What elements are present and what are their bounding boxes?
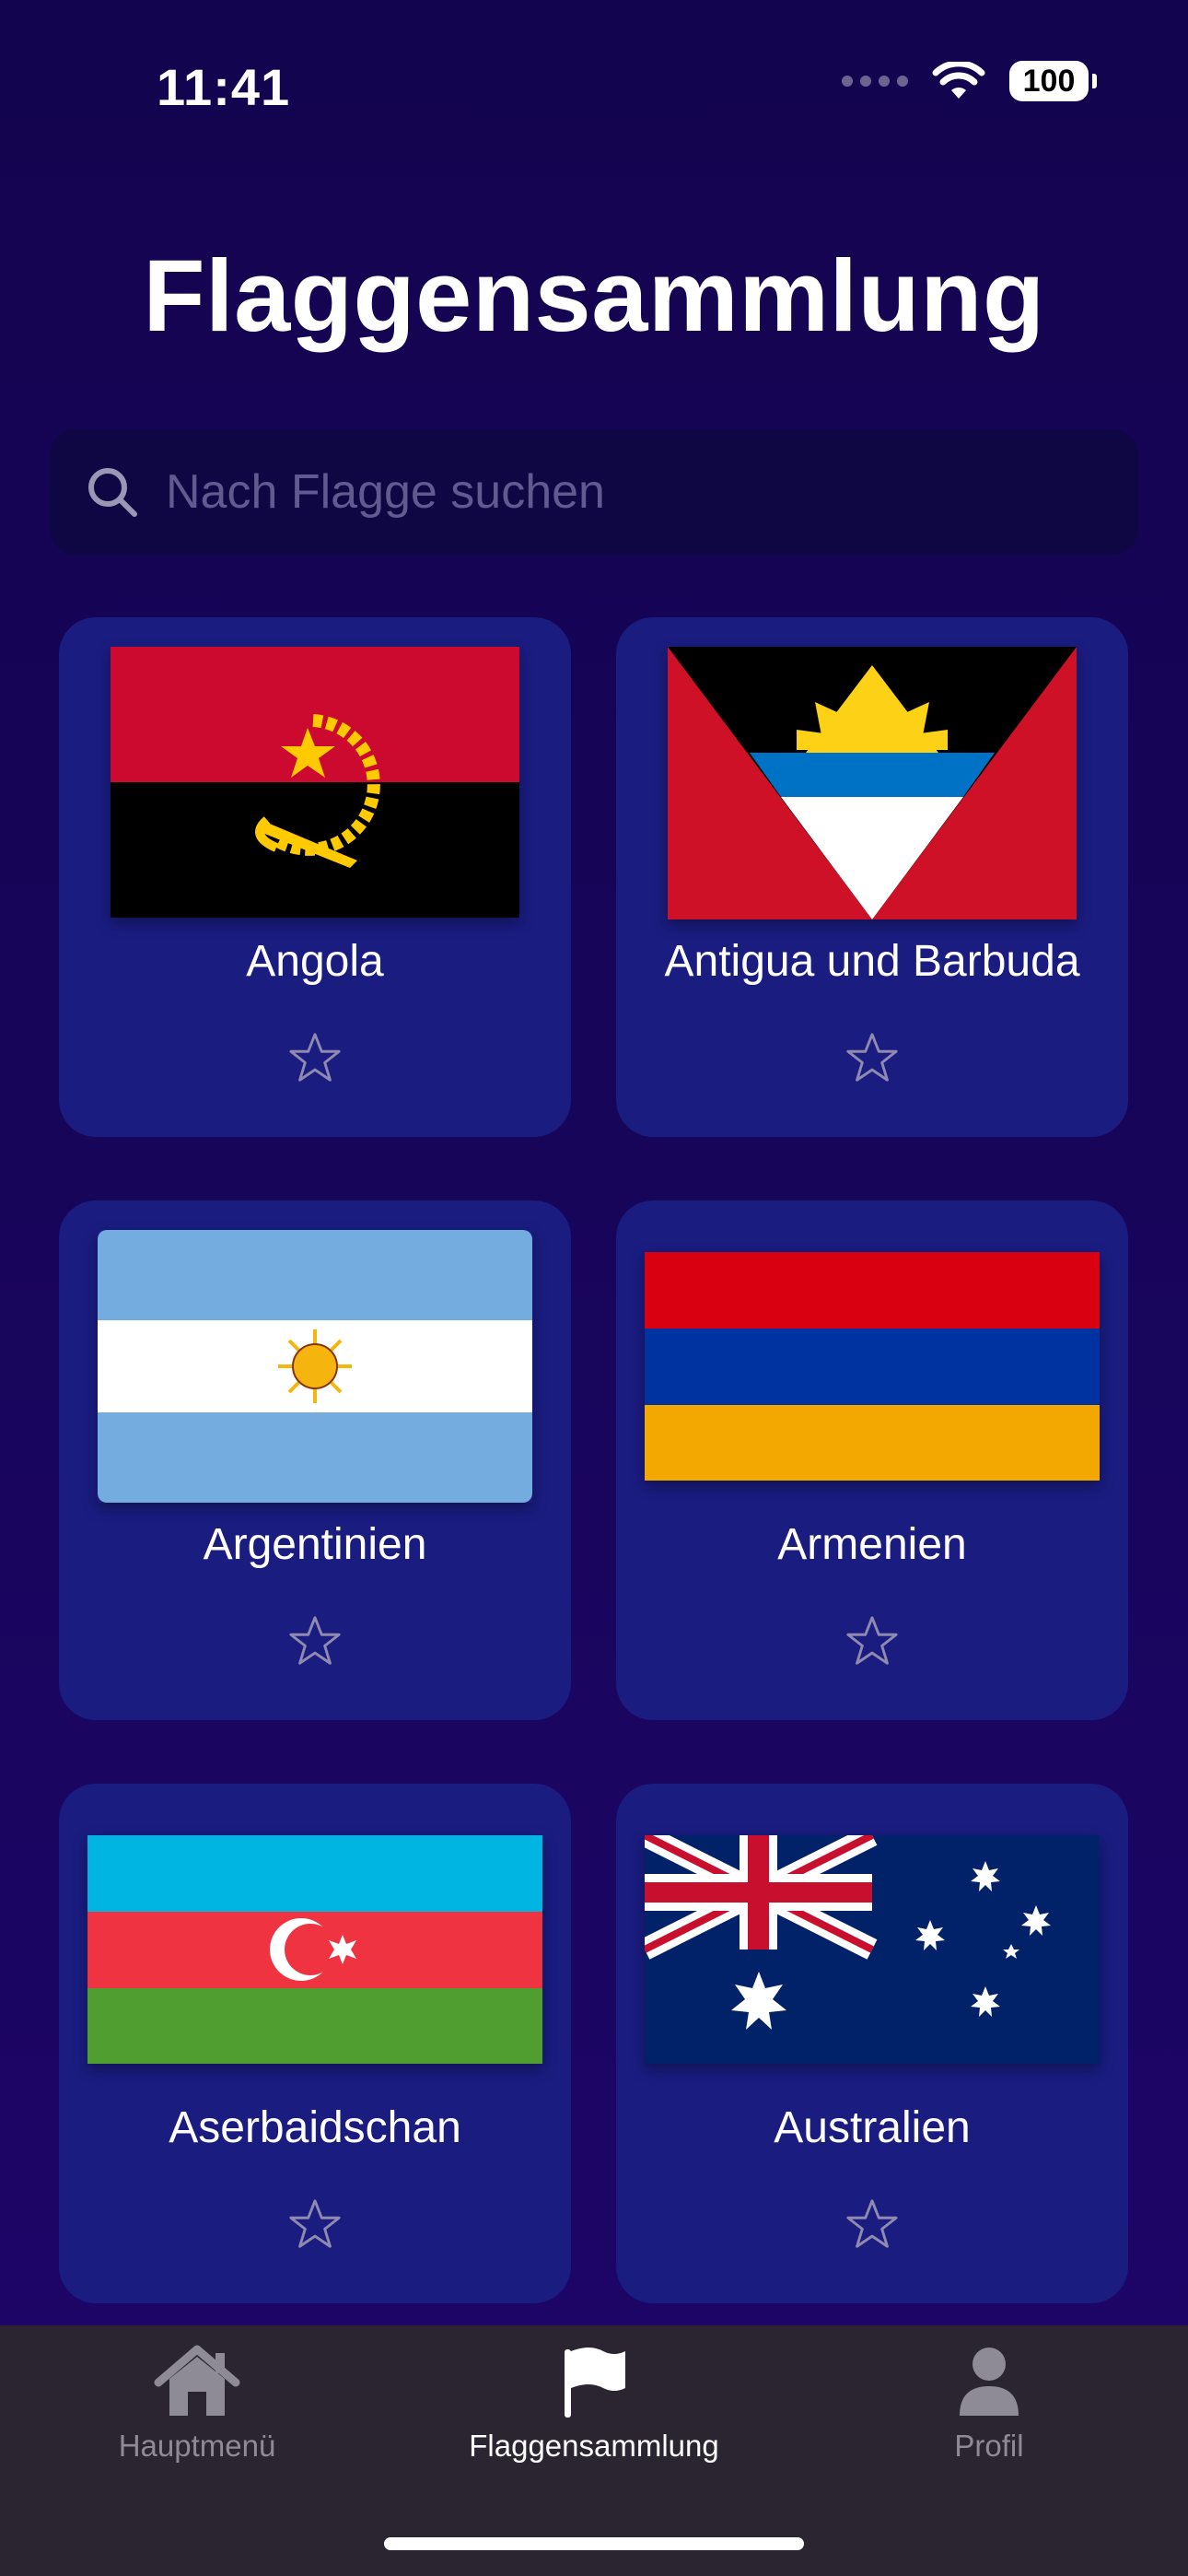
tab-label: Hauptmenü (118, 2429, 276, 2463)
person-icon (960, 2348, 1019, 2416)
flag-name: Australien (774, 2103, 971, 2152)
house-icon (154, 2345, 240, 2416)
flag-name: Angola (246, 937, 384, 986)
wifi-icon (932, 62, 985, 99)
flag-name: Antigua und Barbuda (664, 937, 1080, 986)
home-indicator (384, 2537, 804, 2550)
flag-name: Aserbaidschan (169, 2103, 461, 2152)
flag-card-argentinien[interactable]: Argentinien (59, 1200, 571, 1720)
tab-profil[interactable]: Profil (842, 2344, 1136, 2464)
tab-hauptmenue[interactable]: Hauptmenü (50, 2344, 344, 2464)
page-title: Flaggensammlung (143, 240, 1045, 353)
angola-flag-icon (111, 647, 519, 918)
flag-name: Armenien (777, 1520, 967, 1569)
search-input[interactable] (164, 463, 1138, 521)
favorite-star-icon[interactable] (844, 2196, 901, 2254)
cellular-signal-icon (842, 76, 908, 87)
status-time: 11:41 (157, 58, 291, 116)
flag-card-aserbaidschan[interactable]: Aserbaidschan (59, 1784, 571, 2303)
australia-flag-icon (645, 1835, 1100, 2064)
search-icon (88, 468, 137, 517)
search-bar[interactable] (50, 429, 1138, 555)
flag-card-angola[interactable]: Angola (59, 617, 571, 1137)
favorite-star-icon[interactable] (286, 1613, 344, 1670)
flag-card-antigua-und-barbuda[interactable]: Antigua und Barbuda (616, 617, 1128, 1137)
azerbaijan-flag-icon (87, 1835, 542, 2064)
tab-label: Profil (954, 2429, 1024, 2463)
favorite-star-icon[interactable] (844, 1030, 901, 1087)
status-indicators: 100 (842, 61, 1097, 101)
tab-flaggensammlung[interactable]: Flaggensammlung (447, 2344, 741, 2464)
argentina-flag-icon (98, 1230, 532, 1503)
flag-card-australien[interactable]: Australien (616, 1784, 1128, 2303)
flag-card-armenien[interactable]: Armenien (616, 1200, 1128, 1720)
flag-icon (565, 2348, 625, 2418)
antigua-barbuda-flag-icon (668, 647, 1077, 919)
flag-name: Argentinien (203, 1520, 427, 1569)
battery-icon: 100 (1009, 61, 1097, 101)
tab-label: Flaggensammlung (469, 2429, 719, 2463)
armenia-flag-icon (645, 1252, 1100, 1481)
favorite-star-icon[interactable] (286, 1030, 344, 1087)
favorite-star-icon[interactable] (286, 2196, 344, 2254)
favorite-star-icon[interactable] (844, 1613, 901, 1670)
